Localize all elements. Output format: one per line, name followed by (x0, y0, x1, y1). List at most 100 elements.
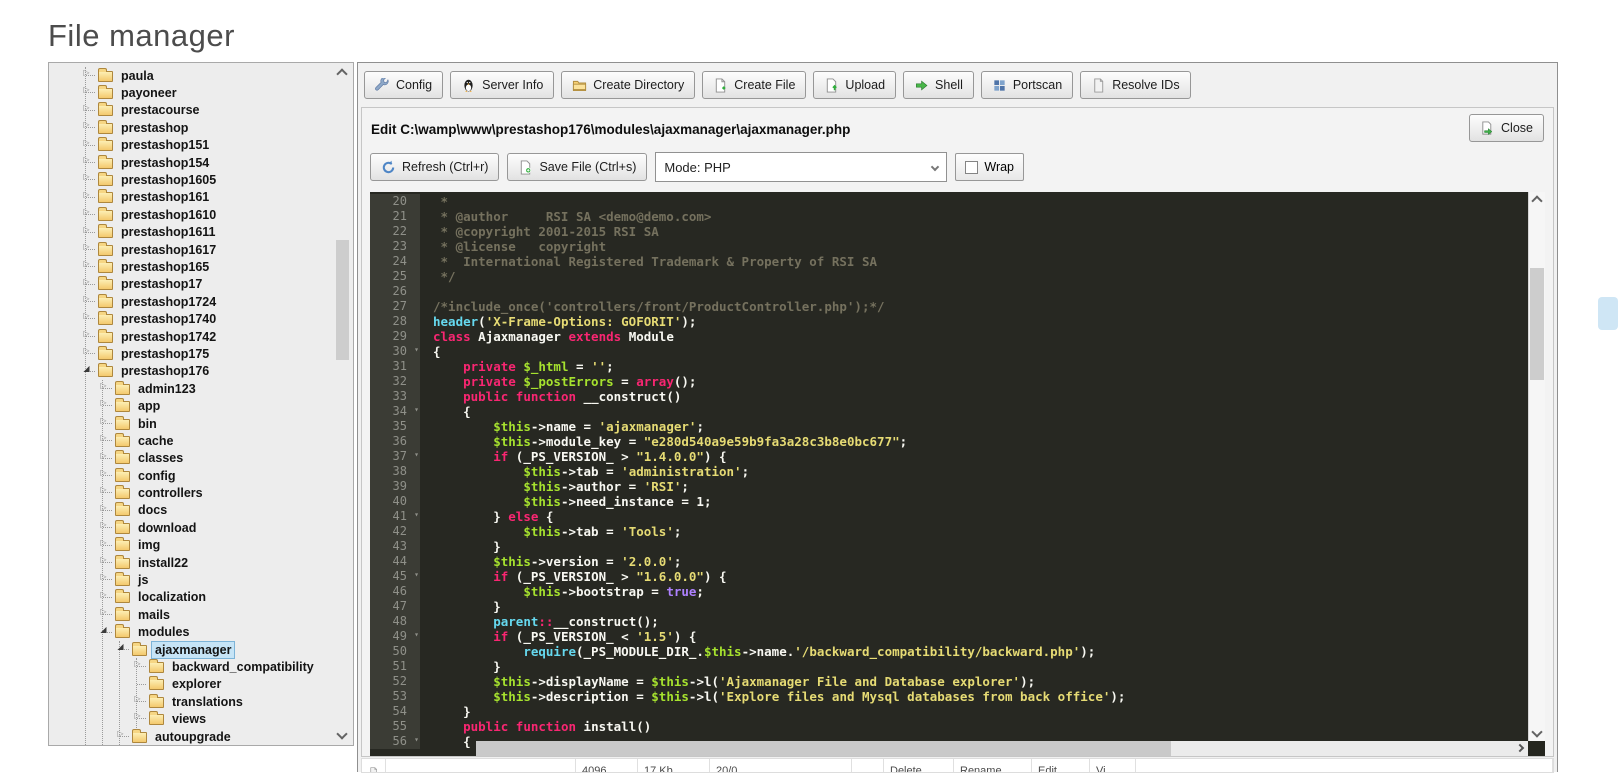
code-line[interactable]: 41 ▾ } else { (370, 509, 1528, 524)
editor-hscroll-track[interactable] (1171, 741, 1528, 756)
tree-item-prestashop1740[interactable]: ▷ prestashop1740 (83, 310, 333, 327)
tree-item-label[interactable]: prestashop154 (118, 155, 212, 171)
code-line[interactable]: 29 class Ajaxmanager extends Module (370, 329, 1528, 344)
code-line[interactable]: 30 ▾ { (370, 344, 1528, 359)
tree-item-label[interactable]: prestashop1724 (118, 294, 219, 310)
expand-arrow-icon[interactable]: ▷ (81, 259, 92, 268)
tree-item-label[interactable]: prestashop1742 (118, 329, 219, 345)
code-line[interactable]: 31 private $_html = ''; (370, 359, 1528, 374)
tree-item-label[interactable]: translations (169, 694, 246, 710)
expand-arrow-icon[interactable]: ▷ (98, 572, 109, 581)
file-row-cell[interactable]: Edit (1032, 759, 1090, 772)
tree-item-label[interactable]: docs (135, 502, 170, 518)
expand-arrow-icon[interactable]: ▷ (81, 277, 92, 286)
code-line[interactable]: 55 public function install() (370, 719, 1528, 734)
tree-item-label[interactable]: paula (118, 68, 157, 84)
code-line[interactable]: 33 public function __construct() (370, 389, 1528, 404)
tree-item-label[interactable]: cache (135, 433, 176, 449)
expand-arrow-icon[interactable]: ▷ (98, 416, 109, 425)
tree-item-label[interactable]: prestashop176 (118, 363, 212, 379)
expand-arrow-icon[interactable]: ▷ (81, 120, 92, 129)
tree-item-localization[interactable]: ▷ localization (100, 589, 333, 606)
collapse-arrow-icon[interactable]: ◢ (115, 642, 126, 651)
fold-arrow-icon[interactable]: ▾ (414, 735, 419, 744)
editor-vscroll-thumb[interactable] (1530, 268, 1544, 380)
code-line[interactable]: 28 header('X-Frame-Options: GOFORIT'); (370, 314, 1528, 329)
code-line[interactable]: 34 ▾ { (370, 404, 1528, 419)
file-row-cell[interactable]: Rename (954, 759, 1032, 772)
code-line[interactable]: 22 * @copyright 2001-2015 RSI SA (370, 224, 1528, 239)
tree-item-paula[interactable]: ▷ paula (83, 67, 333, 84)
tree-item-label[interactable]: prestacourse (118, 102, 203, 118)
code-line[interactable]: 43 } (370, 539, 1528, 554)
tree-item-download[interactable]: ▷ download (100, 519, 333, 536)
save-file-button[interactable]: Save File (Ctrl+s) (507, 153, 648, 181)
tree-item-label[interactable]: autoupgrade (152, 729, 234, 745)
tree-item-autoupgrade[interactable]: ▷ autoupgrade (117, 728, 333, 745)
tree-item-label[interactable]: backward_compatibility (169, 659, 317, 675)
expand-arrow-icon[interactable]: ▷ (98, 433, 109, 442)
tree-item-views[interactable]: ▷ views (134, 710, 333, 727)
tree-item-prestashop1617[interactable]: ▷ prestashop1617 (83, 241, 333, 258)
sidebar-scrollbar[interactable] (334, 64, 352, 744)
expand-arrow-icon[interactable]: ▷ (98, 485, 109, 494)
code-line[interactable]: 36 $this->module_key = "e280d540a9e59b9f… (370, 434, 1528, 449)
scroll-down-icon[interactable] (336, 728, 348, 740)
tree-item-explorer[interactable]: explorer (137, 676, 333, 693)
code-line[interactable]: 50 require(_PS_MODULE_DIR_.$this->name.'… (370, 644, 1528, 659)
tree-item-app[interactable]: ▷ app (100, 397, 333, 414)
code-line[interactable]: 52 $this->displayName = $this->l('Ajaxma… (370, 674, 1528, 689)
scroll-up-icon[interactable] (1531, 195, 1543, 207)
tree-item-prestashop154[interactable]: ▷ prestashop154 (83, 154, 333, 171)
tree-item-translations[interactable]: ▷ translations (134, 693, 333, 710)
tree-item-prestashop1724[interactable]: ▷ prestashop1724 (83, 293, 333, 310)
expand-arrow-icon[interactable]: ▷ (81, 172, 92, 181)
tree-item-classes[interactable]: ▷ classes (100, 450, 333, 467)
expand-arrow-icon[interactable]: ▷ (81, 103, 92, 112)
tree-item-label[interactable]: img (135, 537, 163, 553)
tree-item-img[interactable]: ▷ img (100, 537, 333, 554)
upload-button[interactable]: Upload (813, 71, 897, 99)
tree-item-label[interactable]: config (135, 468, 179, 484)
expand-arrow-icon[interactable]: ▷ (81, 294, 92, 303)
tree-item-label[interactable]: ajaxmanager (150, 640, 236, 659)
code-line[interactable]: 27 /*include_once('controllers/front/Prod… (370, 299, 1528, 314)
code-line[interactable]: 40 $this->need_instance = 1; (370, 494, 1528, 509)
expand-arrow-icon[interactable]: ▷ (98, 520, 109, 529)
tree-item-prestashop176[interactable]: ◢ prestashop176 (83, 363, 333, 380)
tree-item-prestashop161[interactable]: ▷ prestashop161 (83, 189, 333, 206)
expand-arrow-icon[interactable]: ▷ (98, 503, 109, 512)
code-area[interactable]: 20 * 21 * @author RSI SA <demo@demo.com> 2… (370, 192, 1528, 756)
config-button[interactable]: Config (364, 71, 444, 99)
fold-arrow-icon[interactable]: ▾ (414, 450, 419, 459)
fold-arrow-icon[interactable]: ▾ (414, 510, 419, 519)
tree-item-modules[interactable]: ◢ modules (100, 624, 333, 641)
tree-item-label[interactable]: payoneer (118, 85, 180, 101)
tree-item-prestashop1610[interactable]: ▷ prestashop1610 (83, 206, 333, 223)
tree-item-mails[interactable]: ▷ mails (100, 606, 333, 623)
shell-button[interactable]: Shell (903, 71, 974, 99)
fold-arrow-icon[interactable]: ▾ (414, 405, 419, 414)
editor-hscroll-thumb[interactable] (476, 741, 1171, 756)
code-line[interactable]: 32 private $_postErrors = array(); (370, 374, 1528, 389)
expand-arrow-icon[interactable]: ▷ (98, 381, 109, 390)
expand-arrow-icon[interactable]: ▷ (98, 555, 109, 564)
tree-item-prestashop1611[interactable]: ▷ prestashop1611 (83, 224, 333, 241)
tree-item-label[interactable]: prestashop1617 (118, 242, 219, 258)
tree-item-prestashop175[interactable]: ▷ prestashop175 (83, 345, 333, 362)
tree-item-label[interactable]: prestashop17 (118, 276, 205, 292)
collapse-arrow-icon[interactable]: ◢ (81, 364, 92, 373)
tree-item-label[interactable]: mails (135, 607, 173, 623)
tree-item-label[interactable]: modules (135, 624, 192, 640)
code-line[interactable]: 44 $this->version = '2.0.0'; (370, 554, 1528, 569)
tree-item-label[interactable]: prestashop175 (118, 346, 212, 362)
tree-item-label[interactable]: controllers (135, 485, 206, 501)
file-row-cell[interactable]: Delete (884, 759, 954, 772)
expand-arrow-icon[interactable]: ▷ (98, 451, 109, 460)
expand-arrow-icon[interactable]: ▷ (132, 694, 143, 703)
tree-item-backward_compatibility[interactable]: ▷ backward_compatibility (134, 658, 333, 675)
tree-item-label[interactable]: prestashop1740 (118, 311, 219, 327)
resolve-ids-button[interactable]: Resolve IDs (1080, 71, 1191, 99)
wrap-toggle[interactable]: Wrap (955, 153, 1025, 181)
tree-item-label[interactable]: classes (135, 450, 186, 466)
